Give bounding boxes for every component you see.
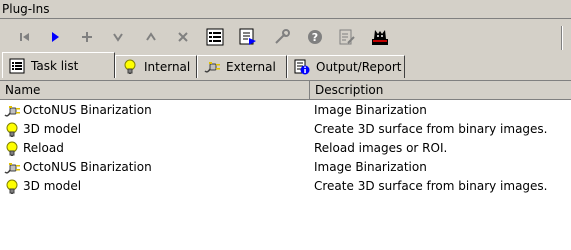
list-icon	[9, 58, 25, 74]
panel-title: Plug-Ins	[0, 0, 571, 19]
tab-strip: Task list Internal External Output/Repor…	[0, 52, 571, 130]
tab-label: Task list	[31, 58, 79, 73]
export-icon	[239, 28, 257, 46]
help-button[interactable]: ?	[300, 25, 330, 49]
item-name: 3D model	[23, 179, 82, 193]
tab-label: Internal	[144, 60, 191, 74]
item-name: OctoNUS Binarization	[23, 103, 152, 117]
first-button[interactable]	[10, 25, 40, 49]
settings-button[interactable]	[267, 25, 297, 49]
move-up-icon	[145, 31, 157, 43]
delete-button[interactable]	[168, 25, 198, 49]
column-header-description[interactable]: Description	[310, 81, 571, 100]
plugin-logo-button[interactable]	[365, 25, 395, 49]
plugins-panel: Plug-Ins ? Task list Internal External O…	[0, 0, 571, 250]
list-item[interactable]: OctoNUS Binarization Image Binarization	[0, 158, 571, 177]
item-description: Create 3D surface from binary images.	[314, 179, 548, 193]
list-item[interactable]: 3D model Create 3D surface from binary i…	[0, 120, 571, 139]
task-list-button[interactable]	[200, 25, 230, 49]
tab-label: Output/Report	[316, 60, 402, 74]
play-icon	[49, 31, 61, 43]
lightbulb-icon	[4, 122, 20, 138]
item-description: Reload images or ROI.	[314, 141, 448, 155]
item-name: OctoNUS Binarization	[23, 160, 152, 174]
tab-external[interactable]: External	[197, 55, 287, 78]
plug-icon	[4, 103, 20, 119]
item-description: Image Binarization	[314, 103, 427, 117]
help-icon: ?	[307, 29, 323, 45]
export-button[interactable]	[233, 25, 263, 49]
move-down-icon	[112, 31, 124, 43]
add-button[interactable]	[72, 25, 102, 49]
lightbulb-icon	[122, 59, 138, 75]
move-up-button[interactable]	[136, 25, 166, 49]
info-icon	[294, 59, 310, 75]
properties-button[interactable]	[332, 25, 362, 49]
item-name: 3D model	[23, 122, 82, 136]
toolbar-separator	[561, 26, 563, 50]
item-name: Reload	[23, 141, 64, 155]
list-item[interactable]: 3D model Create 3D surface from binary i…	[0, 177, 571, 196]
delete-icon	[177, 31, 189, 43]
first-icon	[19, 31, 31, 43]
list-item[interactable]: OctoNUS Binarization Image Binarization	[0, 101, 571, 120]
lightbulb-icon	[4, 141, 20, 157]
properties-icon	[339, 29, 355, 45]
column-header-name[interactable]: Name	[0, 81, 310, 100]
plugin-list[interactable]: Name Description OctoNUS Binarization Im…	[0, 80, 571, 250]
plug-icon	[204, 59, 220, 75]
lightbulb-icon	[4, 179, 20, 195]
item-description: Image Binarization	[314, 160, 427, 174]
plugin-logo-icon	[371, 28, 389, 46]
task-list-icon	[206, 28, 224, 46]
list-item[interactable]: Reload Reload images or ROI.	[0, 139, 571, 158]
svg-text:?: ?	[312, 31, 318, 44]
tab-internal[interactable]: Internal	[115, 55, 197, 78]
move-down-button[interactable]	[103, 25, 133, 49]
tab-task-list[interactable]: Task list	[2, 52, 115, 78]
item-description: Create 3D surface from binary images.	[314, 122, 548, 136]
tab-label: External	[226, 60, 276, 74]
plug-icon	[4, 160, 20, 176]
toolbar: ?	[0, 20, 571, 52]
add-icon	[81, 31, 93, 43]
settings-icon	[273, 28, 291, 46]
tab-output-report[interactable]: Output/Report	[287, 55, 405, 78]
run-button[interactable]	[40, 25, 70, 49]
